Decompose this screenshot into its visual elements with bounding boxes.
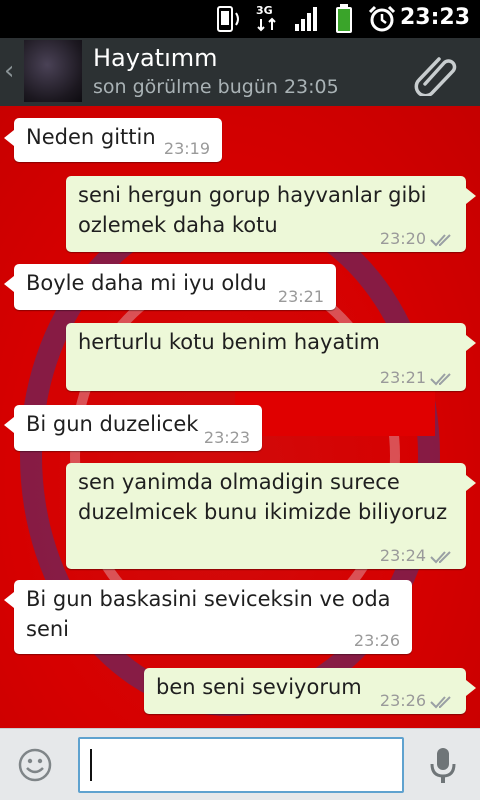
double-check-icon xyxy=(430,234,451,247)
status-time: 23:23 xyxy=(399,5,470,30)
message-text: seni hergun gorup hayvanlar gibi ozlemek… xyxy=(78,183,427,237)
alarm-icon xyxy=(368,5,396,32)
message-bubble-outgoing[interactable]: herturlu kotu benim hayatim 23:21 xyxy=(66,323,476,391)
message-time: 23:21 xyxy=(379,368,426,387)
message-time: 23:20 xyxy=(379,229,426,248)
signal-icon xyxy=(295,7,317,31)
status-bar: 3G 23:23 xyxy=(0,0,480,38)
battery-icon xyxy=(336,4,352,33)
contact-name[interactable]: Hayatımm xyxy=(93,44,218,72)
smiley-icon[interactable] xyxy=(18,748,52,782)
message-time: 23:21 xyxy=(277,287,324,306)
message-time: 23:26 xyxy=(353,631,400,650)
message-time: 23:23 xyxy=(203,428,250,447)
message-text: Boyle daha mi iyu oldu xyxy=(26,271,267,295)
phone-screen-icon xyxy=(217,6,239,32)
message-bubble-outgoing[interactable]: seni hergun gorup hayvanlar gibi ozlemek… xyxy=(66,176,476,252)
message-bubble-incoming[interactable]: Neden gittin 23:19 xyxy=(4,118,222,162)
compose-bar xyxy=(0,728,480,800)
message-text: Bi gun baskasini seviceksin ve oda seni xyxy=(26,587,391,641)
paperclip-icon[interactable] xyxy=(412,50,460,96)
message-bubble-incoming[interactable]: Bi gun duzelicek 23:23 xyxy=(4,405,262,451)
message-time: 23:19 xyxy=(163,139,210,158)
message-input[interactable] xyxy=(78,737,404,793)
wallpaper-decoration xyxy=(235,386,435,436)
message-text: Bi gun duzelicek xyxy=(26,412,199,436)
double-check-icon xyxy=(430,373,451,386)
message-text: Neden gittin xyxy=(26,125,156,149)
message-text: sen yanimda olmadigin surece duzelmicek … xyxy=(78,470,448,524)
double-check-icon xyxy=(430,696,451,709)
last-seen-status: son görülme bugün 23:05 xyxy=(93,76,339,98)
message-bubble-incoming[interactable]: Bi gun baskasini seviceksin ve oda seni … xyxy=(4,580,412,654)
chevron-left-icon[interactable]: ‹ xyxy=(4,56,14,86)
message-bubble-incoming[interactable]: Boyle daha mi iyu oldu 23:21 xyxy=(4,264,336,310)
message-text: ben seni seviyorum xyxy=(156,675,362,699)
double-check-icon xyxy=(430,551,451,564)
network-3g-icon: 3G xyxy=(254,4,282,32)
message-time: 23:24 xyxy=(379,546,426,565)
text-caret xyxy=(90,749,92,781)
microphone-icon[interactable] xyxy=(428,746,458,786)
message-bubble-outgoing[interactable]: ben seni seviyorum 23:26 xyxy=(144,668,476,714)
chat-message-list[interactable]: Neden gittin 23:19 seni hergun gorup hay… xyxy=(0,106,480,728)
message-bubble-outgoing[interactable]: sen yanimda olmadigin surece duzelmicek … xyxy=(66,463,476,569)
avatar[interactable] xyxy=(24,40,82,102)
chat-header: ‹ Hayatımm son görülme bugün 23:05 xyxy=(0,38,480,106)
message-text: herturlu kotu benim hayatim xyxy=(78,330,380,354)
message-time: 23:26 xyxy=(379,691,426,710)
